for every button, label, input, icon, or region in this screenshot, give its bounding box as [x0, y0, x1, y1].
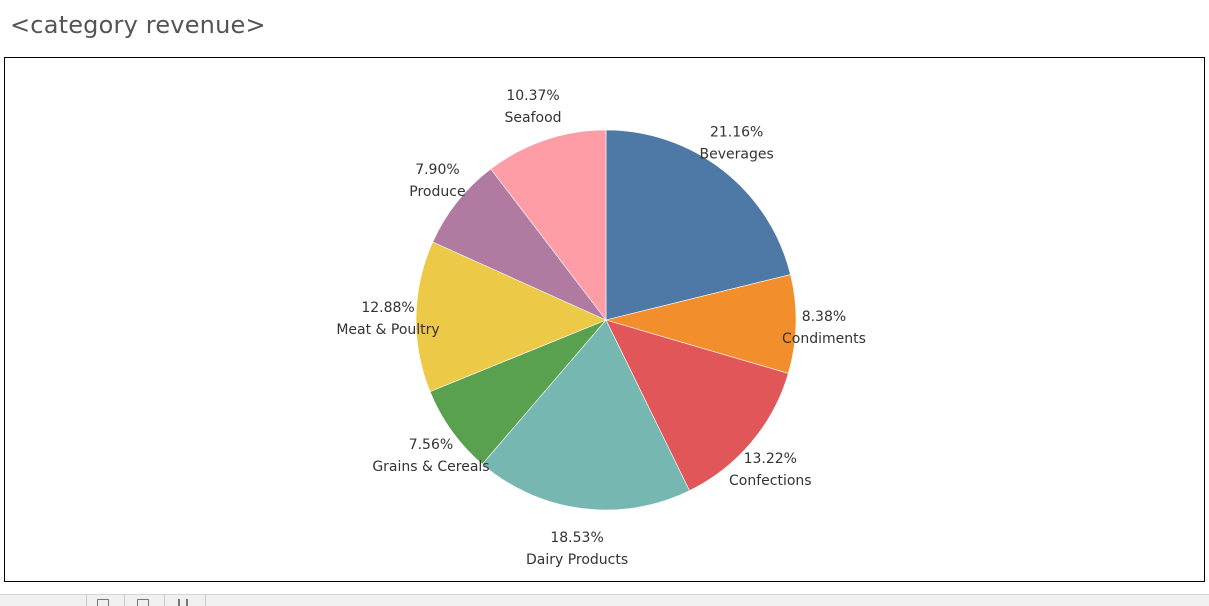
- chart-area: 21.16% Beverages 8.38% Condiments 13.22% Conf…: [4, 57, 1205, 582]
- pie-chart: 21.16% Beverages 8.38% Condiments 13.22% Conf…: [336, 88, 866, 568]
- slice-value-label: 7.56%: [409, 437, 453, 453]
- worksheet: <category revenue> 21.16% Beverages 8.38% C…: [0, 0, 1209, 606]
- sheet-title: <category revenue>: [10, 11, 266, 39]
- slice-category-label: Meat & Poultry: [336, 322, 439, 338]
- slice-category-label: Beverages: [700, 147, 774, 163]
- slice-value-label: 13.22%: [744, 451, 797, 467]
- slice-value-label: 8.38%: [802, 309, 846, 325]
- status-divider: [124, 595, 125, 606]
- new-story-icon[interactable]: [178, 599, 188, 606]
- slice-value-label: 21.16%: [710, 125, 763, 141]
- slice-value-label: 12.88%: [361, 300, 414, 316]
- slice-category-label: Condiments: [782, 331, 866, 347]
- slice-category-label: Confections: [729, 473, 812, 489]
- pie-slices: [415, 129, 797, 511]
- status-divider: [205, 595, 206, 606]
- slice-value-label: 7.90%: [415, 162, 459, 178]
- status-bar: [0, 594, 1209, 606]
- slice-category-label: Dairy Products: [526, 552, 628, 568]
- slice-category-label: Produce: [409, 184, 465, 200]
- slice-value-label: 10.37%: [506, 88, 559, 104]
- slice-category-label: Seafood: [505, 110, 562, 126]
- slice-value-label: 18.53%: [550, 530, 603, 546]
- status-divider: [164, 595, 165, 606]
- status-divider: [86, 595, 87, 606]
- new-dashboard-icon[interactable]: [137, 599, 149, 606]
- new-sheet-icon[interactable]: [97, 599, 109, 606]
- slice-category-label: Grains & Cereals: [372, 459, 489, 475]
